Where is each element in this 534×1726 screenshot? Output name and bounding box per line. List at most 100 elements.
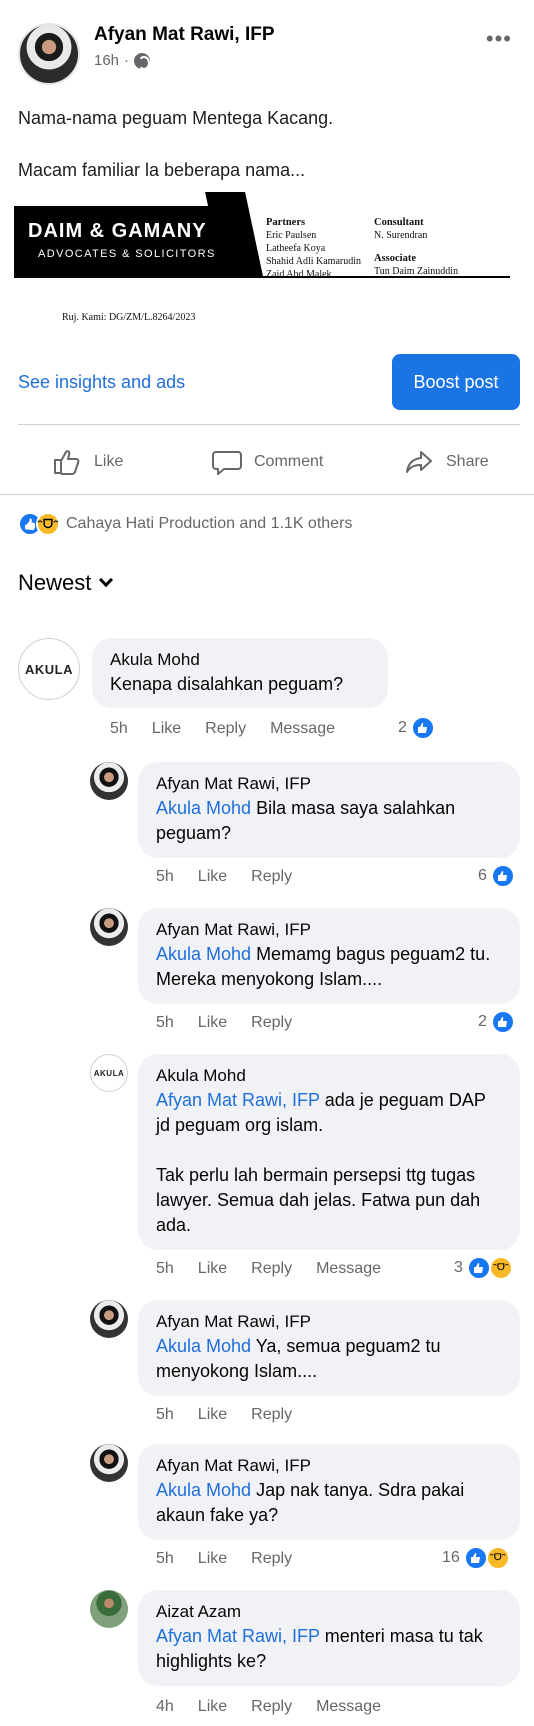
- comment-actions: 5h Like Reply: [156, 1014, 292, 1032]
- commenter-avatar[interactable]: [90, 908, 128, 946]
- comment-reply-button[interactable]: Reply: [251, 1014, 292, 1032]
- mention-link[interactable]: Afyan Mat Rawi, IFP: [156, 1626, 320, 1646]
- comment-reply-button[interactable]: Reply: [251, 1406, 292, 1424]
- comment-bubble: Afyan Mat Rawi, IFP Akula Mohd Memamg ba…: [138, 908, 520, 1004]
- post-header: Afyan Mat Rawi, IFP 16h · •••: [18, 20, 518, 85]
- comment-button[interactable]: Comment: [212, 444, 323, 480]
- comment-reply-button[interactable]: Reply: [251, 868, 292, 886]
- reaction-count: 2: [478, 1013, 487, 1030]
- comment-text: Akula Mohd Memamg bagus peguam2 tu. Mere…: [156, 942, 502, 992]
- comment-reaction-count[interactable]: 16 ᵔᗜᵔ: [442, 1546, 510, 1570]
- consultant-name: N. Surendran: [374, 230, 428, 241]
- reaction-count: 16: [442, 1549, 460, 1566]
- mention-link[interactable]: Akula Mohd: [156, 1480, 251, 1500]
- comment-reaction-count[interactable]: 3 ᵔᗜᵔ: [454, 1256, 513, 1280]
- comment-like-button[interactable]: Like: [152, 720, 181, 738]
- letterhead-firm-name: DAIM & GAMANY: [28, 220, 207, 242]
- comment-like-button[interactable]: Like: [198, 1698, 227, 1716]
- like-reaction-icon: [490, 1010, 515, 1034]
- mention-link[interactable]: Akula Mohd: [156, 1336, 251, 1356]
- mention-link[interactable]: Akula Mohd: [156, 798, 251, 818]
- letterhead-subtitle: ADVOCATES & SOLICITORS: [38, 248, 216, 260]
- partner-name: Zaid Abd Malek: [266, 269, 332, 280]
- like-label: Like: [94, 453, 124, 470]
- commenter-avatar[interactable]: [90, 1444, 128, 1482]
- insights-link[interactable]: See insights and ads: [18, 372, 185, 393]
- comment-reply-button[interactable]: Reply: [251, 1550, 292, 1568]
- reactions-text: Cahaya Hati Production and 1.1K others: [66, 515, 353, 532]
- comment-like-button[interactable]: Like: [198, 868, 227, 886]
- comment-message-button[interactable]: Message: [270, 720, 335, 738]
- comment-reaction-count[interactable]: 2: [478, 1010, 515, 1034]
- haha-reaction-icon: ᵔᗜᵔ: [488, 1256, 513, 1280]
- reaction-count: 3: [454, 1259, 463, 1276]
- comment-time[interactable]: 5h: [156, 1550, 174, 1568]
- comment-bubble: Afyan Mat Rawi, IFP Akula Mohd Ya, semua…: [138, 1300, 520, 1396]
- comment-icon: [212, 451, 242, 475]
- comment-like-button[interactable]: Like: [198, 1550, 227, 1568]
- comment-text: Akula Mohd Ya, semua peguam2 tu menyokon…: [156, 1334, 502, 1384]
- comment-time[interactable]: 5h: [110, 720, 128, 738]
- reaction-count: 6: [478, 867, 487, 884]
- comment-sort-dropdown[interactable]: Newest: [18, 570, 114, 596]
- commenter-name[interactable]: Akula Mohd: [156, 1064, 502, 1088]
- comment-reaction-count[interactable]: 6: [478, 864, 515, 888]
- comment-actions: 5h Like Reply Message: [110, 720, 335, 738]
- share-button[interactable]: Share: [404, 444, 489, 480]
- commenter-name[interactable]: Afyan Mat Rawi, IFP: [156, 772, 502, 796]
- chevron-down-icon: [99, 572, 114, 588]
- comment-like-button[interactable]: Like: [198, 1014, 227, 1032]
- comment-time[interactable]: 4h: [156, 1698, 174, 1716]
- letterhead-reference: Ruj. Kami: DG/ZM/L.8264/2023: [62, 312, 196, 323]
- commenter-avatar[interactable]: [90, 1590, 128, 1628]
- commenter-avatar[interactable]: [90, 762, 128, 800]
- comment-text: Afyan Mat Rawi, IFP menteri masa tu tak …: [156, 1624, 502, 1674]
- post-caption-line2: Macam familiar la beberapa nama...: [18, 160, 306, 180]
- commenter-name[interactable]: Afyan Mat Rawi, IFP: [156, 1310, 502, 1334]
- boost-post-button[interactable]: Boost post: [392, 354, 520, 410]
- commenter-name[interactable]: Afyan Mat Rawi, IFP: [156, 1454, 502, 1478]
- comment-time[interactable]: 5h: [156, 868, 174, 886]
- comment-time[interactable]: 5h: [156, 1014, 174, 1032]
- commenter-name[interactable]: Akula Mohd: [110, 648, 370, 672]
- author-avatar[interactable]: [18, 23, 80, 85]
- divider: [0, 494, 534, 495]
- commenter-name[interactable]: Afyan Mat Rawi, IFP: [156, 918, 502, 942]
- like-reaction-icon: [466, 1256, 491, 1280]
- commenter-name[interactable]: Aizat Azam: [156, 1600, 502, 1624]
- mention-link[interactable]: Afyan Mat Rawi, IFP: [156, 1090, 320, 1110]
- post-time[interactable]: 16h: [94, 52, 119, 69]
- share-icon: [406, 451, 432, 473]
- comment-reply-button[interactable]: Reply: [251, 1698, 292, 1716]
- associate-name: Tun Daim Zainuddin: [374, 266, 459, 277]
- partners-heading: Partners: [266, 217, 306, 228]
- comment-reply-button[interactable]: Reply: [251, 1260, 292, 1278]
- mention-link[interactable]: Akula Mohd: [156, 944, 251, 964]
- letterhead-consultant: Consultant N. Surendran Associate Tun Da…: [374, 216, 458, 278]
- comment-like-button[interactable]: Like: [198, 1406, 227, 1424]
- comment-time[interactable]: 5h: [156, 1260, 174, 1278]
- like-reaction-icon: [410, 716, 435, 740]
- letterhead-image[interactable]: DAIM & GAMANY ADVOCATES & SOLICITORS Par…: [14, 192, 514, 324]
- comment-reaction-count[interactable]: 2: [398, 716, 435, 740]
- reaction-count: 2: [398, 719, 407, 736]
- commenter-avatar[interactable]: AKULA: [18, 638, 80, 700]
- commenter-avatar[interactable]: [90, 1300, 128, 1338]
- like-button[interactable]: Like: [52, 444, 123, 480]
- comment-like-button[interactable]: Like: [198, 1260, 227, 1278]
- thumbs-up-icon: [54, 450, 80, 475]
- post-author-name[interactable]: Afyan Mat Rawi, IFP: [94, 24, 275, 46]
- comment-actions: 5h Like Reply: [156, 868, 292, 886]
- more-icon[interactable]: •••: [486, 26, 512, 52]
- comment-bubble: Akula Mohd Afyan Mat Rawi, IFP ada je pe…: [138, 1054, 520, 1250]
- comment-label: Comment: [254, 453, 324, 470]
- comment-message-button[interactable]: Message: [316, 1698, 381, 1716]
- comment-time[interactable]: 5h: [156, 1406, 174, 1424]
- reactions-summary[interactable]: ᵔᗜᵔ Cahaya Hati Production and 1.1K othe…: [18, 512, 352, 536]
- partner-name: Shahid Adli Kamarudin: [266, 256, 361, 267]
- comment-message-button[interactable]: Message: [316, 1260, 381, 1278]
- commenter-avatar[interactable]: AKULA: [90, 1054, 128, 1092]
- comment-text: Akula Mohd Jap nak tanya. Sdra pakai aka…: [156, 1478, 502, 1528]
- comment-reply-button[interactable]: Reply: [205, 720, 246, 738]
- globe-icon: [134, 52, 151, 70]
